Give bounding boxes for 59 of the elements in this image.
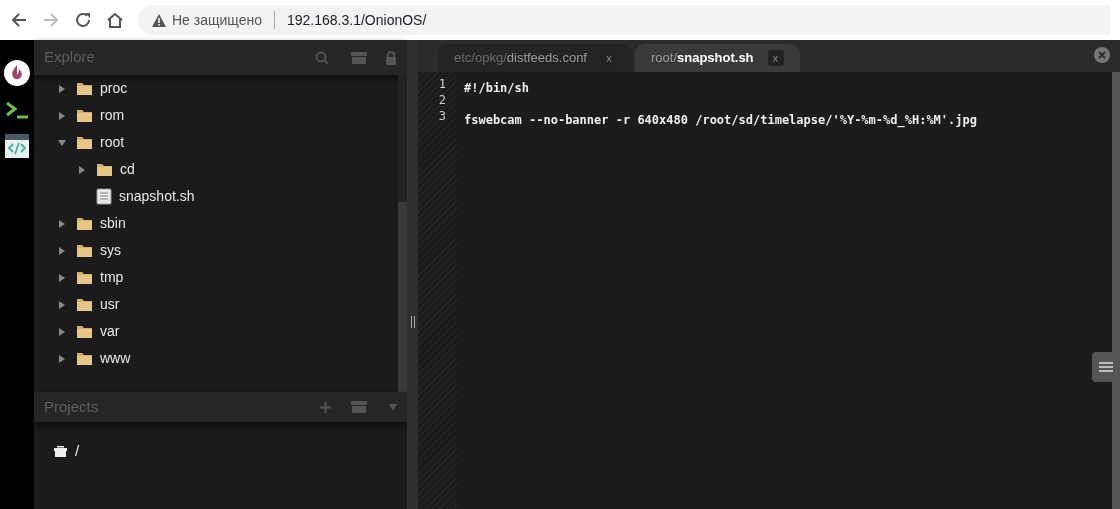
- caret-right-icon[interactable]: [58, 84, 66, 93]
- caret-right-icon[interactable]: [78, 165, 86, 174]
- close-tab-button[interactable]: x: [767, 50, 784, 66]
- folder-icon: [76, 351, 93, 366]
- line-number: 3: [438, 108, 446, 123]
- folder-icon: [76, 270, 93, 285]
- editor-tab[interactable]: root/snapshot.sh x: [635, 44, 800, 72]
- caret-down-icon[interactable]: [58, 138, 66, 147]
- reload-icon[interactable]: [74, 11, 92, 29]
- caret-right-icon[interactable]: [58, 111, 66, 120]
- onion-logo-icon[interactable]: [4, 60, 30, 86]
- security-label: Не защищено: [172, 10, 262, 30]
- folder-name[interactable]: cd: [120, 159, 135, 180]
- close-icon[interactable]: [1094, 47, 1110, 63]
- explore-title: Explore: [44, 47, 96, 68]
- caret-right-icon[interactable]: [58, 327, 66, 336]
- folder-icon: [76, 243, 93, 258]
- projects-title: Projects: [44, 396, 100, 417]
- folder-name[interactable]: proc: [100, 78, 128, 99]
- folder-icon: [76, 324, 93, 339]
- folder-name[interactable]: tmp: [100, 267, 124, 288]
- scrollbar-track[interactable]: [1112, 72, 1120, 509]
- caret-right-icon[interactable]: [58, 219, 66, 228]
- caret-right-icon[interactable]: [58, 246, 66, 255]
- folder-name[interactable]: var: [100, 321, 120, 342]
- caret-right-icon[interactable]: [58, 354, 66, 363]
- menu-icon[interactable]: [1099, 362, 1113, 372]
- url-text: 192.168.3.1/OnionOS/: [287, 10, 427, 30]
- code-line: #!/bin/sh: [464, 81, 530, 95]
- project-item[interactable]: /: [75, 440, 80, 463]
- terminal-icon[interactable]: [5, 100, 29, 120]
- scrollbar-thumb[interactable]: [398, 202, 407, 392]
- caret-right-icon[interactable]: [58, 273, 66, 282]
- editor-tab[interactable]: etc/opkg/distfeeds.conf x: [438, 44, 633, 72]
- file-icon: [96, 188, 112, 205]
- folder-name[interactable]: rom: [100, 105, 125, 126]
- archive-icon: [54, 445, 67, 457]
- folder-icon: [76, 135, 93, 150]
- folder-name[interactable]: sbin: [100, 213, 126, 234]
- folder-icon: [76, 297, 93, 312]
- caret-right-icon[interactable]: [58, 300, 66, 309]
- splitter-handle[interactable]: [410, 316, 415, 328]
- folder-icon: [96, 162, 113, 177]
- warning-icon[interactable]: [152, 13, 166, 27]
- folder-name[interactable]: www: [100, 348, 131, 369]
- line-number: 1: [438, 76, 446, 91]
- code-line: fswebcam --no-banner -r 640x480 /root/sd/timelapse/'%Y-%m-%d_%H:%M'.jpg: [464, 113, 977, 127]
- folder-name[interactable]: sys: [100, 240, 121, 261]
- code-editor-icon[interactable]: [5, 134, 29, 158]
- home-icon[interactable]: [106, 11, 124, 29]
- folder-icon: [76, 216, 93, 231]
- line-number: 2: [438, 92, 446, 107]
- folder-name[interactable]: usr: [100, 294, 120, 315]
- file-name[interactable]: snapshot.sh: [119, 186, 195, 207]
- back-icon[interactable]: [10, 11, 28, 29]
- folder-icon: [76, 81, 93, 96]
- folder-name[interactable]: root: [100, 132, 125, 153]
- address-bar[interactable]: Не защищено 192.168.3.1/OnionOS/: [138, 5, 1110, 35]
- folder-icon: [76, 108, 93, 123]
